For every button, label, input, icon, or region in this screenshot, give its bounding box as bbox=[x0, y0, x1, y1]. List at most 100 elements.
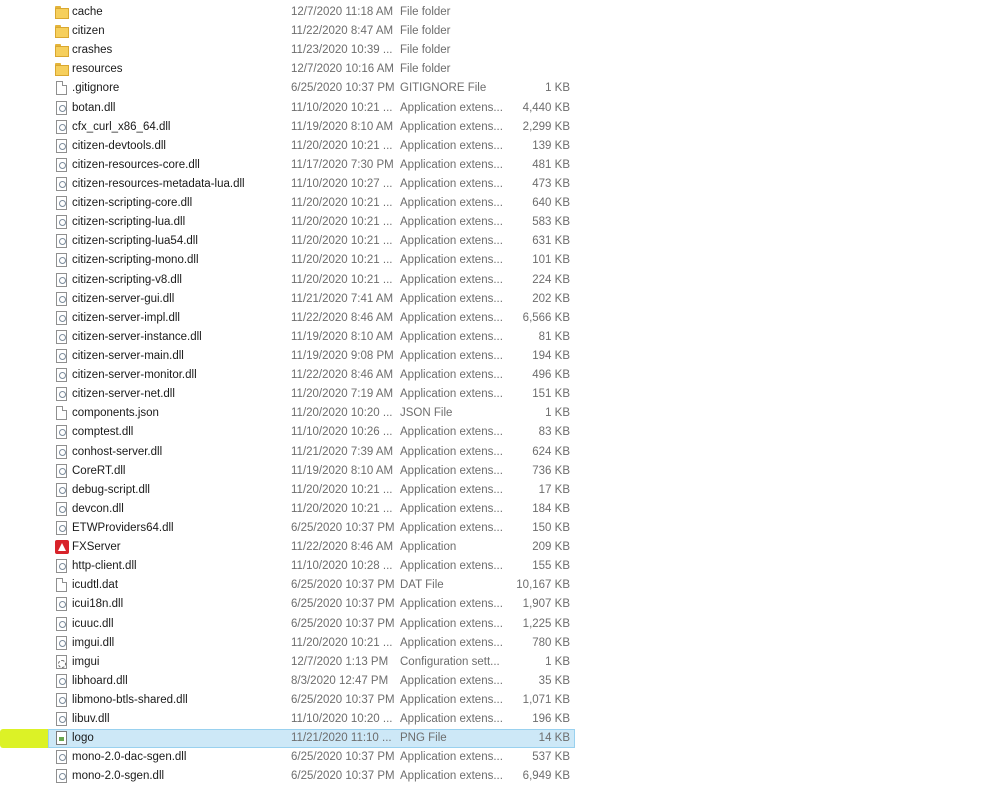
file-name[interactable]: mono-2.0-sgen.dll bbox=[72, 767, 164, 786]
file-icon bbox=[56, 81, 67, 96]
file-row[interactable]: cfx_curl_x86_64.dll 11/19/2020 8:10 AM App… bbox=[0, 118, 1000, 137]
file-row[interactable]: resources 12/7/2020 10:16 AM File folder bbox=[0, 60, 1000, 79]
file-name[interactable]: icuuc.dll bbox=[72, 615, 114, 634]
file-name[interactable]: conhost-server.dll bbox=[72, 443, 162, 462]
file-type: Application extens... bbox=[400, 388, 503, 401]
file-row[interactable]: citizen-scripting-mono.dll 11/20/2020 10:… bbox=[0, 251, 1000, 270]
folder-icon bbox=[55, 44, 69, 58]
file-row[interactable]: libmono-btls-shared.dll 6/25/2020 10:37 P… bbox=[0, 691, 1000, 710]
file-row[interactable]: icudtl.dat 6/25/2020 10:37 PM DAT File 10,1… bbox=[0, 576, 1000, 595]
dll-icon bbox=[56, 196, 67, 211]
file-name[interactable]: resources bbox=[72, 60, 123, 79]
file-name[interactable]: crashes bbox=[72, 41, 112, 60]
file-name[interactable]: citizen-server-net.dll bbox=[72, 385, 175, 404]
file-row[interactable]: citizen-resources-core.dll 11/17/2020 7:3… bbox=[0, 156, 1000, 175]
file-name[interactable]: logo bbox=[72, 729, 94, 748]
file-row[interactable]: crashes 11/23/2020 10:39 ... File folder bbox=[0, 41, 1000, 60]
file-row[interactable]: citizen-server-gui.dll 11/21/2020 7:41 AM… bbox=[0, 290, 1000, 309]
file-type: Application extens... bbox=[400, 445, 503, 458]
file-name[interactable]: FXServer bbox=[72, 538, 121, 557]
file-name[interactable]: imgui bbox=[72, 653, 99, 672]
file-row[interactable]: ETWProviders64.dll 6/25/2020 10:37 PM Appl… bbox=[0, 519, 1000, 538]
file-name[interactable]: libmono-btls-shared.dll bbox=[72, 691, 188, 710]
file-row[interactable]: citizen-resources-metadata-lua.dll 11/10/… bbox=[0, 175, 1000, 194]
file-name[interactable]: citizen-server-instance.dll bbox=[72, 328, 202, 347]
file-row[interactable]: citizen 11/22/2020 8:47 AM File folder bbox=[0, 22, 1000, 41]
file-name[interactable]: debug-script.dll bbox=[72, 481, 150, 500]
file-row[interactable]: citizen-server-net.dll 11/20/2020 7:19 AM… bbox=[0, 385, 1000, 404]
file-row[interactable]: mono-2.0-sgen.dll 6/25/2020 10:37 PM Appli… bbox=[0, 767, 1000, 786]
file-row[interactable]: citizen-server-monitor.dll 11/22/2020 8:4… bbox=[0, 366, 1000, 385]
file-name[interactable]: icui18n.dll bbox=[72, 595, 123, 614]
file-name[interactable]: citizen-scripting-mono.dll bbox=[72, 251, 199, 270]
file-name[interactable]: ETWProviders64.dll bbox=[72, 519, 174, 538]
file-name[interactable]: citizen-scripting-lua.dll bbox=[72, 213, 185, 232]
file-type: Application extens... bbox=[400, 216, 503, 229]
file-name[interactable]: citizen-devtools.dll bbox=[72, 137, 166, 156]
file-date-modified: 8/3/2020 12:47 PM bbox=[291, 674, 389, 687]
file-name[interactable]: components.json bbox=[72, 404, 159, 423]
file-name[interactable]: citizen-scripting-v8.dll bbox=[72, 271, 182, 290]
file-row[interactable]: libuv.dll 11/10/2020 10:20 ... Application… bbox=[0, 710, 1000, 729]
file-row[interactable]: imgui.dll 11/20/2020 10:21 ... Application… bbox=[0, 634, 1000, 653]
file-name[interactable]: devcon.dll bbox=[72, 500, 124, 519]
file-row[interactable]: debug-script.dll 11/20/2020 10:21 ... Appl… bbox=[0, 481, 1000, 500]
file-row[interactable]: comptest.dll 11/10/2020 10:26 ... Applicat… bbox=[0, 423, 1000, 442]
file-row[interactable]: citizen-scripting-core.dll 11/20/2020 10:… bbox=[0, 194, 1000, 213]
file-name[interactable]: citizen-resources-core.dll bbox=[72, 156, 200, 175]
file-name[interactable]: cache bbox=[72, 3, 103, 22]
file-name[interactable]: mono-2.0-dac-sgen.dll bbox=[72, 748, 186, 767]
file-row[interactable]: imgui 12/7/2020 1:13 PM Configuration sett… bbox=[0, 653, 1000, 672]
file-row[interactable]: citizen-server-main.dll 11/19/2020 9:08 P… bbox=[0, 347, 1000, 366]
file-row[interactable]: icui18n.dll 6/25/2020 10:37 PM Application… bbox=[0, 595, 1000, 614]
file-size: 101 KB bbox=[532, 254, 570, 267]
file-row[interactable]: citizen-scripting-lua.dll 11/20/2020 10:2… bbox=[0, 213, 1000, 232]
file-row[interactable]: citizen-server-instance.dll 11/19/2020 8:… bbox=[0, 328, 1000, 347]
file-row-selected[interactable]: logo 11/21/2020 11:10 ... PNG File 14 KB bbox=[0, 729, 1000, 749]
file-name[interactable]: .gitignore bbox=[72, 79, 119, 98]
file-name[interactable]: citizen bbox=[72, 22, 105, 41]
file-name[interactable]: http-client.dll bbox=[72, 557, 137, 576]
file-name[interactable]: citizen-resources-metadata-lua.dll bbox=[72, 175, 245, 194]
file-row[interactable]: FXServer 11/22/2020 8:46 AM Application 209… bbox=[0, 538, 1000, 557]
file-name[interactable]: comptest.dll bbox=[72, 423, 133, 442]
file-name[interactable]: citizen-server-monitor.dll bbox=[72, 366, 197, 385]
file-size: 83 KB bbox=[538, 426, 570, 439]
file-row[interactable]: citizen-server-impl.dll 11/22/2020 8:46 A… bbox=[0, 309, 1000, 328]
dll-icon bbox=[56, 673, 67, 688]
file-row[interactable]: mono-2.0-dac-sgen.dll 6/25/2020 10:37 PM A… bbox=[0, 748, 1000, 767]
file-name[interactable]: citizen-server-gui.dll bbox=[72, 290, 174, 309]
file-name[interactable]: libuv.dll bbox=[72, 710, 110, 729]
file-size: 17 KB bbox=[538, 483, 570, 496]
file-name[interactable]: CoreRT.dll bbox=[72, 462, 125, 481]
file-row[interactable]: .gitignore 6/25/2020 10:37 PM GITIGNORE Fi… bbox=[0, 79, 1000, 98]
file-row[interactable]: citizen-devtools.dll 11/20/2020 10:21 ...… bbox=[0, 137, 1000, 156]
file-name[interactable]: icudtl.dat bbox=[72, 576, 118, 595]
file-size: 194 KB bbox=[532, 349, 570, 362]
dll-icon bbox=[56, 425, 67, 440]
file-name[interactable]: libhoard.dll bbox=[72, 672, 128, 691]
file-row[interactable]: citizen-scripting-v8.dll 11/20/2020 10:21… bbox=[0, 271, 1000, 290]
file-name[interactable]: botan.dll bbox=[72, 99, 115, 118]
file-name[interactable]: citizen-server-main.dll bbox=[72, 347, 184, 366]
file-row[interactable]: icuuc.dll 6/25/2020 10:37 PM Application e… bbox=[0, 615, 1000, 634]
file-row[interactable]: libhoard.dll 8/3/2020 12:47 PM Application… bbox=[0, 672, 1000, 691]
file-date-modified: 11/23/2020 10:39 ... bbox=[291, 44, 393, 57]
file-size: 10,167 KB bbox=[516, 579, 570, 592]
file-row[interactable]: cache 12/7/2020 11:18 AM File folder bbox=[0, 3, 1000, 22]
file-name[interactable]: imgui.dll bbox=[72, 634, 114, 653]
file-row[interactable]: http-client.dll 11/10/2020 10:28 ... Appli… bbox=[0, 557, 1000, 576]
file-row[interactable]: devcon.dll 11/20/2020 10:21 ... Applicatio… bbox=[0, 500, 1000, 519]
file-row[interactable]: citizen-scripting-lua54.dll 11/20/2020 10… bbox=[0, 232, 1000, 251]
file-date-modified: 6/25/2020 10:37 PM bbox=[291, 521, 395, 534]
file-row[interactable]: conhost-server.dll 11/21/2020 7:39 AM Appl… bbox=[0, 443, 1000, 462]
file-name[interactable]: cfx_curl_x86_64.dll bbox=[72, 118, 170, 137]
file-row[interactable]: CoreRT.dll 11/19/2020 8:10 AM Application … bbox=[0, 462, 1000, 481]
file-date-modified: 11/10/2020 10:20 ... bbox=[291, 713, 393, 726]
file-row[interactable]: components.json 11/20/2020 10:20 ... JSON … bbox=[0, 404, 1000, 423]
file-name[interactable]: citizen-scripting-lua54.dll bbox=[72, 232, 198, 251]
file-name[interactable]: citizen-server-impl.dll bbox=[72, 309, 180, 328]
file-date-modified: 11/22/2020 8:46 AM bbox=[291, 541, 394, 554]
file-row[interactable]: botan.dll 11/10/2020 10:21 ... Application… bbox=[0, 99, 1000, 118]
file-name[interactable]: citizen-scripting-core.dll bbox=[72, 194, 192, 213]
